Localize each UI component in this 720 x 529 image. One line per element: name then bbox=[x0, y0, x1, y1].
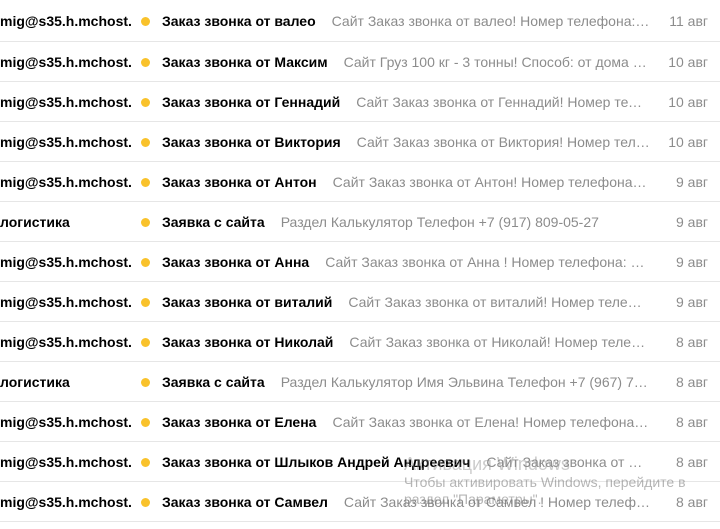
email-subject: Заказ звонка от Шлыков Андрей Андреевич bbox=[162, 453, 471, 470]
email-snippet: Сайт Груз 100 кг - 3 тонны! Способ: от д… bbox=[343, 53, 650, 70]
unread-dot-icon[interactable] bbox=[141, 417, 150, 427]
email-date: 8 авг bbox=[675, 373, 708, 390]
email-date: 8 авг bbox=[675, 333, 708, 350]
email-subject: Заказ звонка от валео bbox=[162, 12, 316, 29]
email-snippet: Сайт Заказ звонка от валео! Номер телефо… bbox=[331, 12, 650, 29]
unread-dot-icon[interactable] bbox=[141, 457, 150, 467]
email-date: 10 авг bbox=[668, 93, 708, 110]
email-subject: Заказ звонка от Геннадий bbox=[162, 93, 341, 110]
email-date: 8 авг bbox=[675, 453, 708, 470]
email-sender: mig@s35.h.mchost.ru bbox=[0, 493, 132, 510]
email-row[interactable]: mig@s35.h.mchost.ru Заказ звонка от Никол… bbox=[0, 322, 720, 362]
unread-dot-icon[interactable] bbox=[141, 137, 150, 147]
email-content: Заказ звонка от Самвел Сайт Заказ звонка … bbox=[162, 482, 650, 521]
email-snippet: Сайт Заказ звонка от Елена! Номер телефо… bbox=[332, 413, 650, 430]
email-date: 11 авг bbox=[669, 12, 708, 29]
email-row[interactable]: mig@s35.h.mchost.ru Заказ звонка от Антон… bbox=[0, 162, 720, 202]
email-content: Заказ звонка от Антон Сайт Заказ звонка о… bbox=[162, 162, 650, 201]
email-sender: логистика bbox=[0, 373, 70, 390]
email-sender: mig@s35.h.mchost.ru bbox=[0, 133, 132, 150]
email-subject: Заявка с сайта bbox=[162, 213, 265, 230]
email-snippet: Раздел Калькулятор Телефон +7 (917) 809-… bbox=[280, 213, 599, 230]
unread-dot-icon[interactable] bbox=[141, 377, 150, 387]
email-subject: Заказ звонка от Антон bbox=[162, 173, 317, 190]
email-content: Заказ звонка от Елена Сайт Заказ звонка о… bbox=[162, 402, 650, 441]
email-content: Заказ звонка от виталий Сайт Заказ звонка… bbox=[162, 282, 650, 321]
email-content: Заказ звонка от валео Сайт Заказ звонка о… bbox=[162, 0, 650, 41]
email-row[interactable]: логистика Заявка с сайта Раздел Калькулято… bbox=[0, 362, 720, 402]
email-snippet: Раздел Калькулятор Имя Эльвина Телефон +… bbox=[280, 373, 650, 390]
email-content: Заказ звонка от Анна Сайт Заказ звонка от… bbox=[162, 242, 650, 281]
email-snippet: Сайт Заказ звонка от Антон! Номер телефо… bbox=[332, 173, 650, 190]
email-snippet: Сайт Заказ звонка от Геннадий! Номер тел… bbox=[356, 93, 650, 110]
email-subject: Заказ звонка от Анна bbox=[162, 253, 310, 270]
email-row[interactable]: mig@s35.h.mchost.ru Заказ звонка от Анна С… bbox=[0, 242, 720, 282]
email-subject: Заказ звонка от Николай bbox=[162, 333, 334, 350]
unread-dot-icon[interactable] bbox=[141, 297, 150, 307]
email-row[interactable]: mig@s35.h.mchost.ru Заказ звонка от Генна… bbox=[0, 82, 720, 122]
unread-dot-icon[interactable] bbox=[141, 16, 150, 26]
email-content: Заказ звонка от Виктория Сайт Заказ звонк… bbox=[162, 122, 650, 161]
email-list: mig@s35.h.mchost.ru Заказ звонка от валео… bbox=[0, 0, 720, 522]
email-date: 9 авг bbox=[675, 293, 708, 310]
email-snippet: Сайт Заказ звонка от Анна ! Номер телефо… bbox=[325, 253, 650, 270]
email-row[interactable]: mig@s35.h.mchost.ru Заказ звонка от валео… bbox=[0, 0, 720, 42]
email-subject: Заказ звонка от Максим bbox=[162, 53, 328, 70]
email-sender: mig@s35.h.mchost.ru bbox=[0, 293, 132, 310]
email-row[interactable]: mig@s35.h.mchost.ru Заказ звонка от Макси… bbox=[0, 42, 720, 82]
unread-dot-icon[interactable] bbox=[141, 257, 150, 267]
email-snippet: Сайт Заказ звонка от Шл... bbox=[486, 453, 650, 470]
email-content: Заказ звонка от Николай Сайт Заказ звонка… bbox=[162, 322, 650, 361]
email-date: 8 авг bbox=[675, 413, 708, 430]
email-sender: mig@s35.h.mchost.ru bbox=[0, 53, 132, 70]
email-snippet: Сайт Заказ звонка от виталий! Номер теле… bbox=[348, 293, 650, 310]
email-date: 9 авг bbox=[675, 253, 708, 270]
email-content: Заявка с сайта Раздел Калькулятор Телефон… bbox=[162, 202, 650, 241]
email-sender: mig@s35.h.mchost.ru bbox=[0, 93, 132, 110]
email-subject: Заказ звонка от виталий bbox=[162, 293, 333, 310]
email-sender: mig@s35.h.mchost.ru bbox=[0, 413, 132, 430]
email-row[interactable]: mig@s35.h.mchost.ru Заказ звонка от витал… bbox=[0, 282, 720, 322]
unread-dot-icon[interactable] bbox=[141, 177, 150, 187]
email-subject: Заказ звонка от Елена bbox=[162, 413, 317, 430]
email-subject: Заявка с сайта bbox=[162, 373, 265, 390]
email-snippet: Сайт Заказ звонка от Николай! Номер теле… bbox=[349, 333, 650, 350]
unread-dot-icon[interactable] bbox=[141, 217, 150, 227]
email-date: 9 авг bbox=[675, 213, 708, 230]
email-sender: mig@s35.h.mchost.ru bbox=[0, 453, 132, 470]
email-date: 10 авг bbox=[668, 53, 708, 70]
email-sender: mig@s35.h.mchost.ru bbox=[0, 12, 132, 29]
unread-dot-icon[interactable] bbox=[141, 57, 150, 67]
unread-dot-icon[interactable] bbox=[141, 497, 150, 507]
email-snippet: Сайт Заказ звонка от Самвел ! Номер теле… bbox=[343, 493, 650, 510]
email-row[interactable]: mig@s35.h.mchost.ru Заказ звонка от Викто… bbox=[0, 122, 720, 162]
email-date: 10 авг bbox=[668, 133, 708, 150]
email-content: Заявка с сайта Раздел Калькулятор Имя Эль… bbox=[162, 362, 650, 401]
email-subject: Заказ звонка от Виктория bbox=[162, 133, 341, 150]
email-content: Заказ звонка от Шлыков Андрей Андреевич С… bbox=[162, 442, 650, 481]
email-row[interactable]: mig@s35.h.mchost.ru Заказ звонка от Елена… bbox=[0, 402, 720, 442]
unread-dot-icon[interactable] bbox=[141, 97, 150, 107]
email-sender: mig@s35.h.mchost.ru bbox=[0, 333, 132, 350]
email-sender: mig@s35.h.mchost.ru bbox=[0, 253, 132, 270]
email-date: 8 авг bbox=[675, 493, 708, 510]
email-row[interactable]: логистика Заявка с сайта Раздел Калькулято… bbox=[0, 202, 720, 242]
email-sender: mig@s35.h.mchost.ru bbox=[0, 173, 132, 190]
email-snippet: Сайт Заказ звонка от Виктория! Номер тел… bbox=[356, 133, 650, 150]
email-date: 9 авг bbox=[675, 173, 708, 190]
email-content: Заказ звонка от Максим Сайт Груз 100 кг -… bbox=[162, 42, 650, 81]
email-subject: Заказ звонка от Самвел bbox=[162, 493, 328, 510]
email-row[interactable]: mig@s35.h.mchost.ru Заказ звонка от Шлыко… bbox=[0, 442, 720, 482]
email-sender: логистика bbox=[0, 213, 70, 230]
unread-dot-icon[interactable] bbox=[141, 337, 150, 347]
email-content: Заказ звонка от Геннадий Сайт Заказ звонк… bbox=[162, 82, 650, 121]
email-row[interactable]: mig@s35.h.mchost.ru Заказ звонка от Самве… bbox=[0, 482, 720, 522]
